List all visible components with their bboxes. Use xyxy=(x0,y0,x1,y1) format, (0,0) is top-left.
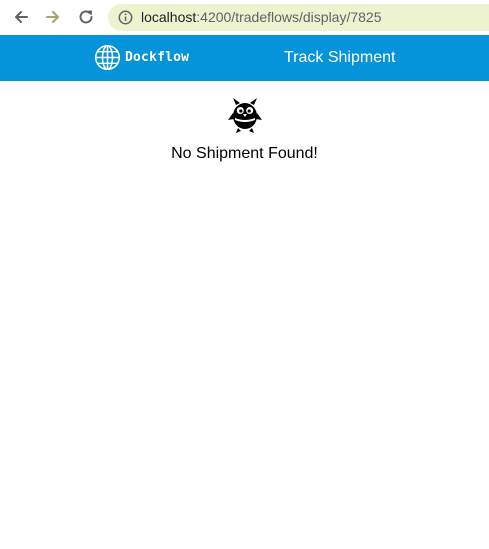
info-circle-icon[interactable] xyxy=(118,10,133,25)
url-text[interactable]: localhost:4200/tradeflows/display/7825 xyxy=(141,9,382,26)
empty-state: No Shipment Found! xyxy=(0,98,489,163)
forward-button[interactable] xyxy=(44,8,62,26)
brand-name: Dockflow xyxy=(125,49,190,65)
arrow-right-icon xyxy=(46,11,59,23)
browser-toolbar: localhost:4200/tradeflows/display/7825 xyxy=(0,0,489,35)
back-button[interactable] xyxy=(12,8,30,26)
address-bar[interactable]: localhost:4200/tradeflows/display/7825 xyxy=(108,4,489,31)
reload-button[interactable] xyxy=(77,8,95,26)
reload-icon xyxy=(79,10,93,24)
app-header: Dockflow Track Shipment xyxy=(0,35,489,81)
url-path: :4200/tradeflows/display/7825 xyxy=(196,9,382,25)
bird-mascot-icon xyxy=(227,98,262,133)
arrow-left-icon xyxy=(15,11,28,23)
globe-icon xyxy=(94,44,121,70)
track-shipment-link[interactable]: Track Shipment xyxy=(284,49,395,67)
brand-logo-link[interactable]: Dockflow xyxy=(94,43,189,71)
url-host: localhost xyxy=(141,9,197,25)
empty-message: No Shipment Found! xyxy=(171,145,318,162)
